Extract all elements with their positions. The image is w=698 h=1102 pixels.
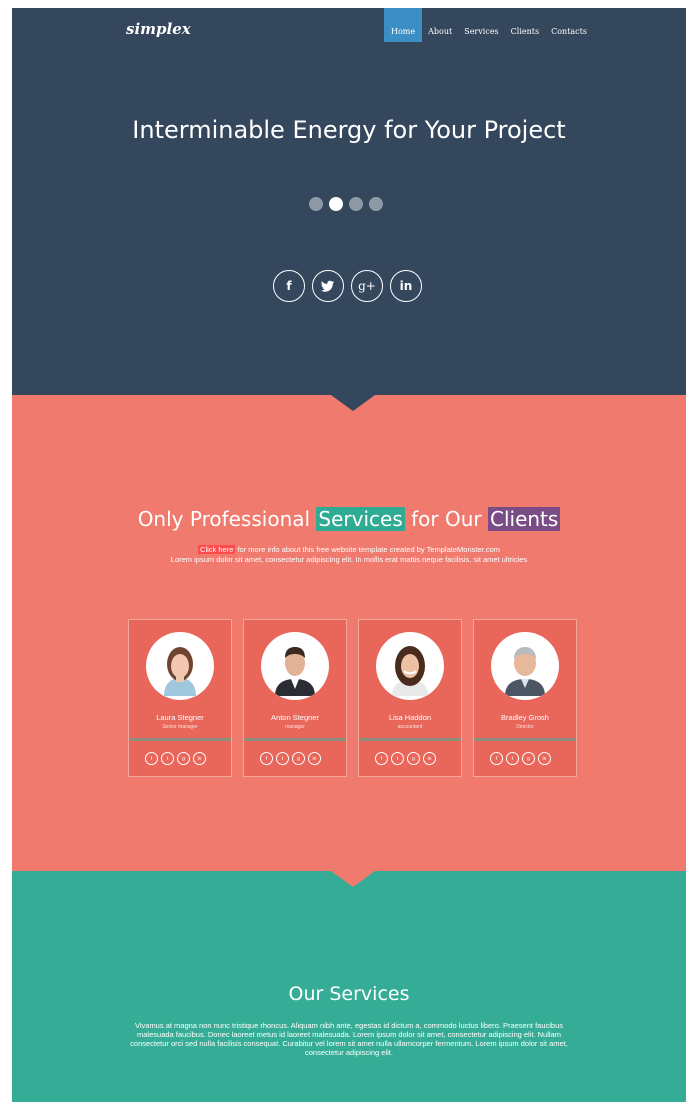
team-text-line1: for more info about this free website te… (235, 545, 500, 554)
click-here-link[interactable]: Click here (198, 545, 236, 554)
services-description: Vivamus at magna non nunc tristique rhon… (130, 1021, 568, 1057)
nav-item-about[interactable]: About (422, 8, 458, 42)
team-card: Bradley Grosh Director f t g in (473, 619, 577, 777)
linkedin-icon[interactable]: in (308, 752, 321, 765)
facebook-icon[interactable]: f (375, 752, 388, 765)
member-role: manager (285, 724, 305, 730)
member-social-links: f t g in (260, 752, 321, 765)
google-plus-icon[interactable]: g (292, 752, 305, 765)
services-section: Our Services Vivamus at magna non nunc t… (12, 871, 686, 1102)
google-plus-icon[interactable]: g (407, 752, 420, 765)
linkedin-icon[interactable]: in (390, 270, 422, 302)
hero-arrow-notch (331, 395, 375, 411)
team-cards: Laura Stegner Senior manager f t g in An… (128, 619, 577, 777)
card-divider (359, 738, 461, 741)
member-name: Laura Stegner (156, 713, 204, 722)
team-card: Lisa Haddon accountant f t g in (358, 619, 462, 777)
nav-item-services[interactable]: Services (458, 8, 504, 42)
slider-dot-active[interactable] (329, 197, 343, 211)
facebook-icon[interactable]: f (145, 752, 158, 765)
facebook-icon[interactable]: f (260, 752, 273, 765)
twitter-icon[interactable] (312, 270, 344, 302)
team-title-highlight-services: Services (316, 507, 405, 531)
team-title-part1: Only Professional (137, 507, 317, 531)
google-plus-icon[interactable]: g (177, 752, 190, 765)
facebook-icon[interactable]: f (273, 270, 305, 302)
google-plus-icon[interactable]: g+ (351, 270, 383, 302)
member-social-links: f t g in (490, 752, 551, 765)
hero-section: simplex Home About Services Clients Cont… (12, 8, 686, 395)
slider-pagination (309, 197, 383, 211)
team-section: Only Professional Services for Our Clien… (12, 395, 686, 871)
member-name: Bradley Grosh (501, 713, 549, 722)
team-title-highlight-clients: Clients (487, 507, 561, 531)
card-divider (129, 738, 231, 741)
site-logo[interactable]: simplex (126, 20, 191, 38)
team-card: Laura Stegner Senior manager f t g in (128, 619, 232, 777)
slider-dot[interactable] (349, 197, 363, 211)
team-card: Anton Stegner manager f t g in (243, 619, 347, 777)
main-nav: Home About Services Clients Contacts (384, 8, 593, 42)
team-title-part2: for Our (404, 507, 488, 531)
hero-social-links: f g+ in (273, 270, 422, 302)
services-title: Our Services (288, 983, 410, 1005)
team-description: Click here for more info about this free… (52, 545, 646, 565)
avatar (491, 632, 559, 700)
google-plus-icon[interactable]: g (522, 752, 535, 765)
member-role: Senior manager (162, 724, 198, 730)
avatar (146, 632, 214, 700)
avatar (376, 632, 444, 700)
member-name: Anton Stegner (271, 713, 319, 722)
hero-title: Interminable Energy for Your Project (132, 116, 566, 144)
card-divider (474, 738, 576, 741)
nav-item-clients[interactable]: Clients (505, 8, 545, 42)
team-arrow-notch (331, 871, 375, 887)
nav-item-home[interactable]: Home (384, 8, 423, 42)
member-social-links: f t g in (145, 752, 206, 765)
member-role: accountant (397, 724, 423, 730)
linkedin-icon[interactable]: in (423, 752, 436, 765)
card-divider (244, 738, 346, 741)
twitter-icon[interactable]: t (506, 752, 519, 765)
team-text-line2: Lorem ipsum dolor sit amet, consectetur … (170, 555, 528, 564)
team-title: Only Professional Services for Our Clien… (12, 507, 686, 531)
member-name: Lisa Haddon (388, 713, 432, 722)
twitter-icon[interactable]: t (161, 752, 174, 765)
nav-item-contacts[interactable]: Contacts (545, 8, 593, 42)
member-social-links: f t g in (375, 752, 436, 765)
slider-dot[interactable] (309, 197, 323, 211)
member-role: Director (516, 724, 534, 730)
linkedin-icon[interactable]: in (193, 752, 206, 765)
page: simplex Home About Services Clients Cont… (12, 8, 686, 1102)
twitter-icon[interactable]: t (391, 752, 404, 765)
avatar (261, 632, 329, 700)
slider-dot[interactable] (369, 197, 383, 211)
twitter-icon[interactable]: t (276, 752, 289, 765)
facebook-icon[interactable]: f (490, 752, 503, 765)
linkedin-icon[interactable]: in (538, 752, 551, 765)
